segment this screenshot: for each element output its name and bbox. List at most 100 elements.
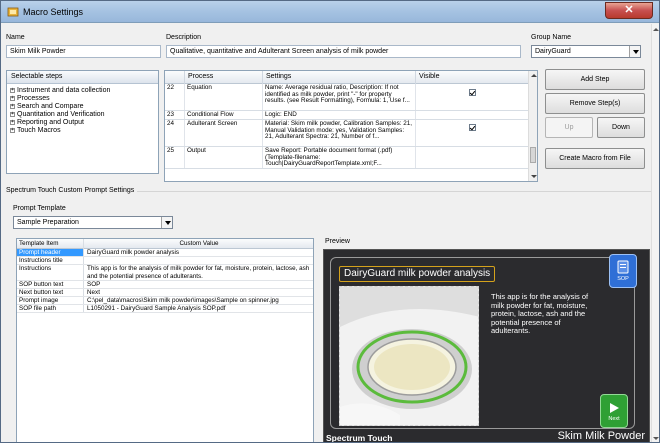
close-button[interactable]: ✕: [605, 2, 653, 19]
prompt-image: [339, 286, 479, 426]
visible-checkbox[interactable]: [469, 89, 476, 96]
custom-value-cell[interactable]: DairyGuard milk powder analysis: [85, 249, 311, 257]
group-name-value: DairyGuard: [535, 48, 571, 55]
remove-steps-button[interactable]: Remove Step(s): [545, 93, 645, 114]
row-process: Equation: [185, 84, 263, 110]
table-row[interactable]: Next button text Next: [17, 289, 313, 297]
tree-item-instrument[interactable]: + Instrument and data collection: [7, 87, 158, 95]
custom-value-cell[interactable]: [85, 257, 311, 265]
table-row[interactable]: Instructions This app is for the analysi…: [17, 265, 313, 281]
create-macro-button[interactable]: Create Macro from File: [545, 148, 645, 169]
custom-value-cell[interactable]: L1050291 - DairyGuard Sample Analysis SO…: [85, 305, 311, 313]
row-settings: Name: Average residual ratio, Descriptio…: [263, 84, 416, 110]
group-name-select[interactable]: DairyGuard: [531, 45, 641, 58]
custom-value-cell[interactable]: SOP: [85, 281, 311, 289]
steps-grid[interactable]: Process Settings Visible 22 Equation Nam…: [164, 70, 538, 182]
expand-plus-icon[interactable]: +: [10, 103, 15, 109]
template-item-cell: SOP file path: [17, 305, 84, 312]
prompt-template-select[interactable]: Sample Preparation: [13, 216, 173, 229]
column-template-item[interactable]: Template Item: [17, 239, 84, 249]
grid-corner: [165, 71, 185, 84]
preview-panel: DairyGuard milk powder analysis This app…: [323, 249, 650, 442]
template-item-cell: Prompt image: [17, 297, 84, 304]
table-row[interactable]: 25 Output Save Report: Portable document…: [165, 147, 529, 169]
scroll-thumb[interactable]: [530, 147, 536, 163]
table-row[interactable]: Prompt image C:\pel_data\macros\Skim mil…: [17, 297, 313, 305]
column-visible[interactable]: Visible: [416, 71, 529, 84]
scroll-up-icon[interactable]: [653, 28, 659, 31]
row-process: Conditional Flow: [185, 111, 263, 119]
table-row[interactable]: 22 Equation Name: Average residual ratio…: [165, 84, 529, 111]
expand-plus-icon[interactable]: +: [10, 95, 15, 101]
table-row[interactable]: 24 Adulterant Screen Material: Skim milk…: [165, 120, 529, 147]
tree-item-search[interactable]: + Search and Compare: [7, 103, 158, 111]
sample-on-spinner-illustration: [340, 287, 478, 425]
template-item-cell: SOP button text: [17, 281, 84, 288]
table-row[interactable]: Instructions title: [17, 257, 313, 265]
group-name-label: Group Name: [531, 34, 572, 41]
table-row[interactable]: SOP file path L1050291 - DairyGuard Samp…: [17, 305, 313, 313]
expand-plus-icon[interactable]: +: [10, 119, 15, 125]
tree-item-label: Instrument and data collection: [17, 87, 111, 94]
expand-plus-icon[interactable]: +: [10, 87, 15, 93]
custom-value-cell[interactable]: This app is for the analysis of milk pow…: [85, 265, 311, 281]
sop-button-label: SOP: [617, 276, 629, 282]
row-number: 25: [165, 147, 185, 168]
table-row[interactable]: SOP button text SOP: [17, 281, 313, 289]
up-button[interactable]: Up: [545, 117, 593, 138]
title-bar[interactable]: Macro Settings ✕: [1, 1, 659, 23]
chevron-down-icon[interactable]: [161, 217, 172, 228]
tree-item-label: Touch Macros: [17, 127, 61, 134]
name-field[interactable]: Skim Milk Powder: [6, 45, 161, 58]
table-row[interactable]: Prompt header DairyGuard milk powder ana…: [17, 249, 313, 257]
steps-grid-scrollbar[interactable]: [528, 71, 537, 181]
expand-plus-icon[interactable]: +: [10, 127, 15, 133]
touch-settings-section-label: Spectrum Touch Custom Prompt Settings: [6, 187, 138, 194]
tree-item-processes[interactable]: + Processes: [7, 95, 158, 103]
next-button[interactable]: Next: [600, 394, 628, 428]
scroll-up-icon[interactable]: [531, 74, 537, 77]
row-number: 24: [165, 120, 185, 146]
tree-item-label: Processes: [17, 95, 50, 102]
template-item-cell: Instructions: [17, 265, 84, 280]
preview-instructions: This app is for the analysis of milk pow…: [491, 292, 589, 336]
scroll-down-icon[interactable]: [653, 437, 659, 440]
preview-label: Preview: [325, 238, 350, 245]
document-icon: [617, 260, 629, 274]
tree-item-touch-macros[interactable]: + Touch Macros: [7, 127, 158, 135]
window-scrollbar[interactable]: [651, 24, 659, 442]
row-settings: Save Report: Portable document format (.…: [263, 147, 416, 168]
table-row[interactable]: 23 Conditional Flow Logic: END: [165, 111, 529, 120]
selectable-steps-header: Selectable steps: [7, 71, 158, 84]
row-settings: Material: Skim milk powder, Calibration …: [263, 120, 416, 146]
prompt-template-value: Sample Preparation: [17, 219, 79, 226]
template-item-cell: Instructions title: [17, 257, 84, 264]
scroll-down-icon[interactable]: [531, 175, 537, 178]
play-arrow-icon: [610, 403, 619, 413]
template-items-table[interactable]: Template Item Custom Value Prompt header…: [16, 238, 314, 442]
expand-plus-icon[interactable]: +: [10, 111, 15, 117]
column-settings[interactable]: Settings: [263, 71, 416, 84]
macro-app-icon: [7, 7, 19, 17]
preview-frame: DairyGuard milk powder analysis This app…: [330, 257, 635, 429]
tree-item-reporting[interactable]: + Reporting and Output: [7, 119, 158, 127]
description-field[interactable]: Qualitative, quantitative and Adulterant…: [166, 45, 521, 58]
row-process: Output: [185, 147, 263, 168]
description-label: Description: [166, 34, 202, 41]
column-process[interactable]: Process: [185, 71, 263, 84]
custom-value-cell[interactable]: C:\pel_data\macros\Skim milk powder\imag…: [85, 297, 311, 305]
down-button[interactable]: Down: [597, 117, 645, 138]
custom-value-cell[interactable]: Next: [85, 289, 311, 297]
tree-item-quantitation[interactable]: + Quantitation and Verification: [7, 111, 158, 119]
sop-button[interactable]: SOP: [609, 254, 637, 288]
macro-settings-window: Macro Settings ✕ Name Skim Milk Powder D…: [0, 0, 660, 443]
chevron-down-icon[interactable]: [629, 46, 640, 57]
template-item-cell: Next button text: [17, 289, 84, 296]
column-custom-value[interactable]: Custom Value: [85, 239, 311, 249]
add-step-button[interactable]: Add Step: [545, 69, 645, 90]
window-title: Macro Settings: [23, 7, 84, 17]
visible-checkbox[interactable]: [469, 124, 476, 131]
tree-item-label: Search and Compare: [17, 103, 84, 110]
template-item-cell: Prompt header: [17, 249, 84, 256]
selectable-steps-tree[interactable]: Selectable steps + Instrument and data co…: [6, 70, 159, 174]
